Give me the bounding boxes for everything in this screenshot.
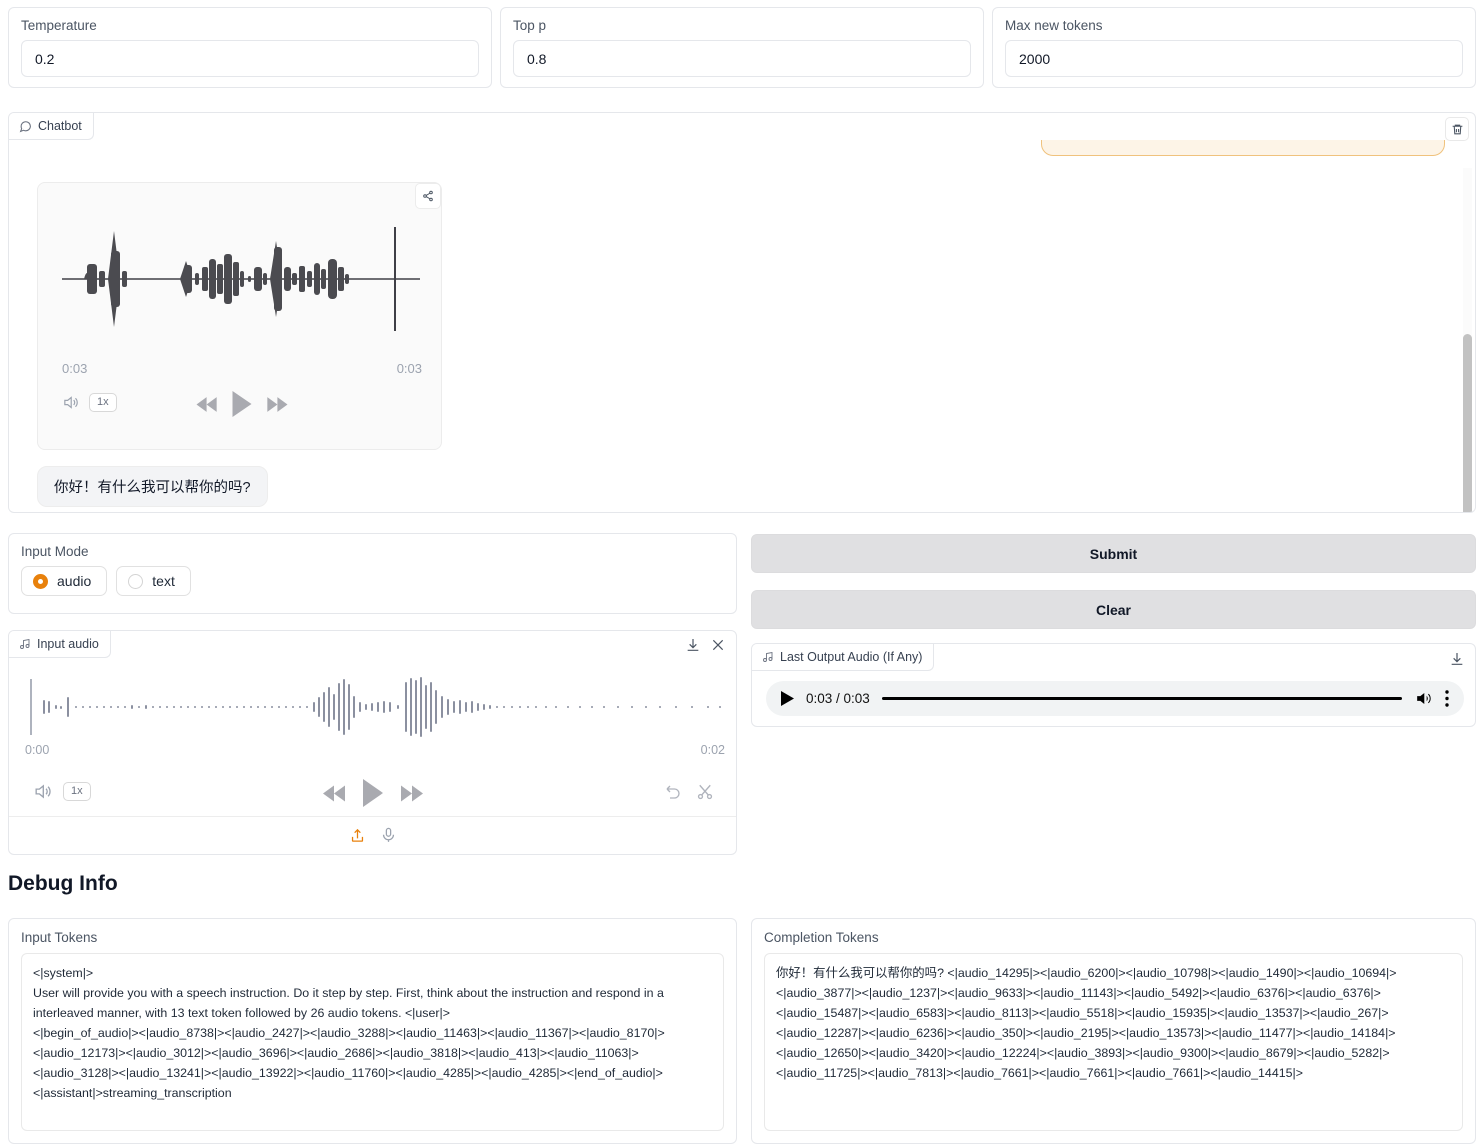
download-icon [1451, 653, 1463, 665]
trash-icon [1452, 124, 1462, 134]
fast-forward-icon[interactable] [266, 396, 288, 413]
input-mode-option-text-label: text [152, 573, 175, 589]
chat-bubble-icon [19, 120, 31, 132]
close-icon[interactable] [710, 637, 726, 653]
input-audio-panel: Input audio 0:00 0:02 1x [8, 630, 737, 855]
chat-audio-controls: 1x [62, 391, 422, 425]
play-icon[interactable] [362, 779, 383, 807]
input-audio-start-time: 0:00 [25, 743, 50, 757]
chatbot-panel: Chatbot 0:03 0:03 1x 你好！有什么我可以帮你的吗? [8, 112, 1476, 513]
chat-scrollbar[interactable] [1463, 168, 1472, 512]
temperature-input[interactable]: 0.2 [21, 40, 479, 77]
input-audio-end-time: 0:02 [700, 743, 725, 757]
output-audio-tab-text: Last Output Audio (If Any) [780, 650, 923, 664]
max-new-tokens-group: Max new tokens 2000 [992, 7, 1476, 88]
generation-params-row: Temperature 0.2 Top p 0.8 Max new tokens… [8, 7, 1476, 88]
microphone-icon[interactable] [380, 827, 397, 844]
input-audio-times: 0:00 0:02 [25, 743, 725, 757]
music-note-icon [763, 651, 773, 662]
input-waveform-graphic [30, 677, 721, 737]
volume-icon[interactable] [1414, 689, 1433, 708]
temperature-label: Temperature [21, 18, 97, 33]
input-mode-option-audio-label: audio [57, 573, 92, 589]
chat-scrollbar-thumb[interactable] [1463, 334, 1472, 512]
chat-audio-current-time: 0:03 [62, 361, 88, 376]
output-audio-tab-label: Last Output Audio (If Any) [752, 644, 935, 671]
rewind-icon[interactable] [196, 396, 219, 413]
share-button[interactable] [415, 183, 441, 209]
output-audio-download-button[interactable] [1449, 651, 1465, 672]
native-audio-player[interactable]: 0:03 / 0:03 [766, 681, 1464, 716]
chatbot-tab-label: Chatbot [9, 113, 94, 140]
chat-message-list: 0:03 0:03 1x 你好！有什么我可以帮你的吗? [9, 140, 1475, 512]
completion-tokens-group: Completion Tokens 你好！有什么我可以帮你的吗? <|audio… [751, 918, 1476, 1144]
trim-scissors-icon[interactable] [696, 783, 714, 801]
download-icon[interactable] [685, 637, 701, 653]
chatbot-tab-text: Chatbot [38, 119, 82, 133]
clear-chat-button[interactable] [1445, 117, 1469, 141]
input-audio-source-bar [9, 816, 736, 854]
top-p-group: Top p 0.8 [500, 7, 984, 88]
completion-tokens-label: Completion Tokens [764, 930, 879, 945]
upload-icon[interactable] [349, 827, 366, 844]
rewind-icon[interactable] [322, 784, 347, 803]
max-new-tokens-input[interactable]: 2000 [1005, 40, 1463, 77]
chat-text-message: 你好！有什么我可以帮你的吗? [37, 466, 268, 507]
max-new-tokens-label: Max new tokens [1005, 18, 1103, 33]
top-p-label: Top p [513, 18, 547, 33]
output-audio-progress-bar[interactable] [881, 696, 1402, 701]
share-icon [423, 190, 433, 202]
clear-button[interactable]: Clear [751, 590, 1476, 629]
pending-user-bubble [1041, 140, 1445, 156]
app-root: Temperature 0.2 Top p 0.8 Max new tokens… [0, 0, 1484, 1148]
chat-audio-speed[interactable]: 1x [89, 393, 117, 412]
completion-tokens-textarea[interactable]: 你好！有什么我可以帮你的吗? <|audio_14295|><|audio_62… [764, 953, 1463, 1131]
undo-icon[interactable] [664, 783, 682, 801]
more-options-icon[interactable] [1445, 690, 1449, 707]
input-tokens-group: Input Tokens <|system|> User will provid… [8, 918, 737, 1144]
output-audio-panel: Last Output Audio (If Any) 0:03 / 0:03 [751, 643, 1476, 727]
input-mode-option-text[interactable]: text [116, 566, 191, 596]
input-mode-label: Input Mode [21, 544, 89, 559]
radio-selected-icon [33, 573, 48, 589]
volume-icon[interactable] [33, 782, 52, 801]
top-p-input[interactable]: 0.8 [513, 40, 971, 77]
chat-audio-transport [196, 391, 288, 417]
output-audio-time: 0:03 / 0:03 [806, 691, 870, 706]
input-mode-option-audio[interactable]: audio [21, 566, 108, 596]
input-tokens-textarea[interactable]: <|system|> User will provide you with a … [21, 953, 724, 1131]
input-audio-speed[interactable]: 1x [63, 782, 91, 801]
music-note-icon [20, 638, 30, 649]
radio-unselected-icon [128, 573, 144, 589]
input-audio-actions [685, 637, 726, 653]
input-audio-controls: 1x [9, 771, 736, 818]
input-audio-transport [322, 779, 423, 807]
input-mode-radio-row: audio text [21, 566, 724, 596]
volume-icon[interactable] [62, 394, 79, 411]
chat-audio-message: 0:03 0:03 1x [37, 182, 442, 450]
fast-forward-icon[interactable] [399, 784, 423, 803]
input-audio-tab-label: Input audio [9, 631, 111, 658]
chat-audio-times: 0:03 0:03 [62, 361, 422, 376]
temperature-group: Temperature 0.2 [8, 7, 492, 88]
play-icon[interactable] [232, 391, 252, 417]
chat-audio-total-time: 0:03 [396, 361, 422, 376]
debug-info-heading: Debug Info [8, 872, 118, 895]
input-mode-group: Input Mode audio text [8, 533, 737, 614]
chat-audio-waveform[interactable] [62, 209, 420, 349]
submit-button[interactable]: Submit [751, 534, 1476, 573]
input-tokens-label: Input Tokens [21, 930, 98, 945]
input-audio-waveform[interactable] [25, 671, 725, 743]
play-icon[interactable] [781, 691, 794, 706]
waveform-graphic [62, 227, 420, 331]
input-audio-tab-text: Input audio [37, 637, 99, 651]
